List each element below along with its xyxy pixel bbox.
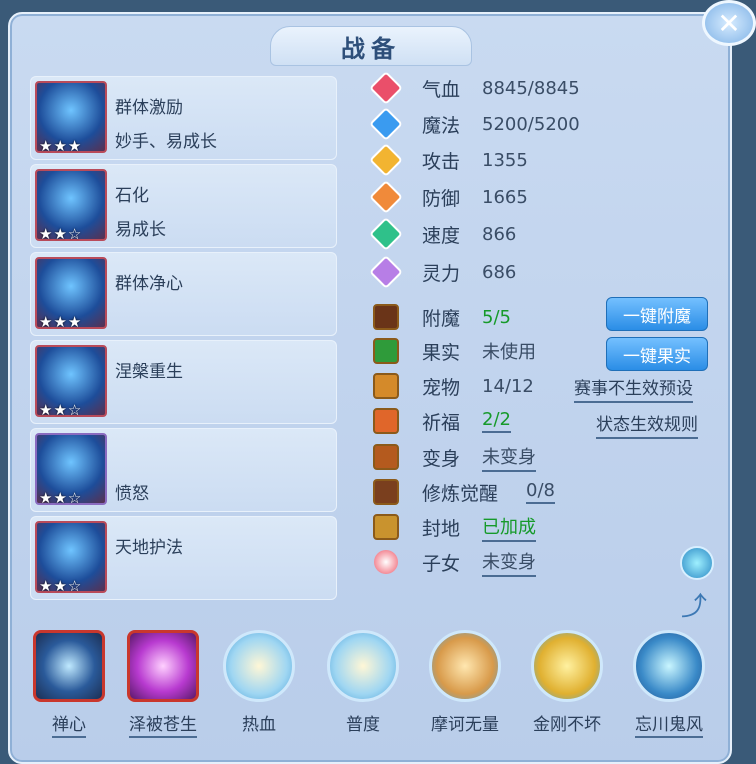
ghost-wind-icon <box>633 630 705 702</box>
extra-row-bless: 祈福 2/2 <box>372 405 511 437</box>
skill-traits: 妙手、易成长 <box>115 132 217 152</box>
hand-gesture-icon <box>327 630 399 702</box>
fruit-icon <box>373 338 399 364</box>
golden-statue-icon <box>531 630 603 702</box>
skill-traits: 愤怒 <box>115 484 149 504</box>
attack-icon <box>369 143 403 177</box>
monk-icon <box>429 630 501 702</box>
skill-stars: ★★☆ <box>39 489 83 507</box>
refresh-button[interactable] <box>680 546 714 580</box>
magic-icon <box>369 107 403 141</box>
cultivation-icon <box>373 479 399 505</box>
pet-rule-link[interactable]: 赛事不生效预设 <box>574 374 693 403</box>
extra-row-fruit: 果实 未使用 <box>372 335 536 367</box>
bottom-skill[interactable]: 金刚不坏 <box>522 630 612 735</box>
bottom-skill[interactable]: 摩诃无量 <box>420 630 510 735</box>
skill-name: 涅槃重生 <box>115 362 183 382</box>
skill-name: 天地护法 <box>115 538 183 558</box>
bless-icon <box>373 408 399 434</box>
one-click-fruit-button[interactable]: 一键果实 <box>606 337 708 371</box>
stat-row-spirit: 灵力 686 <box>369 255 516 289</box>
zen-heart-icon <box>33 630 105 702</box>
stat-row-speed: 速度 866 <box>369 217 516 251</box>
skill-card[interactable]: ★★☆ 石化 易成长 <box>30 164 337 248</box>
stat-row-mp: 魔法 5200/5200 <box>369 107 580 141</box>
heart-icon <box>369 71 403 105</box>
stat-row-hp: 气血 8845/8845 <box>369 71 580 105</box>
close-icon: ✕ <box>717 6 741 40</box>
extra-row-cultivation: 修炼觉醒 0/8 <box>372 476 555 508</box>
close-button[interactable]: ✕ <box>702 0 756 46</box>
children-icon <box>374 550 398 574</box>
fief-icon <box>373 514 399 540</box>
skill-stars: ★★☆ <box>39 401 83 419</box>
bottom-skill[interactable]: 普度 <box>318 630 408 735</box>
skill-name: 群体激励 <box>115 98 183 118</box>
skill-card[interactable]: ★★☆ 愤怒 <box>30 428 337 512</box>
bless-rule-link[interactable]: 状态生效规则 <box>596 410 698 439</box>
spirit-icon <box>369 255 403 289</box>
enchant-icon <box>373 304 399 330</box>
skill-stars: ★★☆ <box>39 577 83 595</box>
skill-name: 石化 <box>115 186 149 206</box>
shield-icon <box>369 180 403 214</box>
skill-stars: ★★★ <box>39 137 83 155</box>
bottom-skill[interactable]: 禅心 <box>24 630 114 738</box>
skill-card[interactable]: ★★☆ 天地护法 <box>30 516 337 600</box>
speed-icon <box>369 217 403 251</box>
transform-icon <box>373 444 399 470</box>
extra-row-children: 子女 未变身 <box>372 546 536 578</box>
skill-stars: ★★☆ <box>39 225 83 243</box>
one-click-enchant-button[interactable]: 一键附魔 <box>606 297 708 331</box>
share-icon: ⤴ <box>680 592 707 622</box>
panel-title: 战备 <box>270 26 472 66</box>
skill-card[interactable]: ★★☆ 涅槃重生 <box>30 340 337 424</box>
extra-row-pet: 宠物 14/12 <box>372 370 534 402</box>
skill-name: 群体净心 <box>115 274 183 294</box>
skill-card[interactable]: ★★★ 群体净心 <box>30 252 337 336</box>
blessing-hand-icon <box>127 630 199 702</box>
pet-icon <box>373 373 399 399</box>
extra-row-enchant: 附魔 5/5 <box>372 301 511 333</box>
skill-traits: 易成长 <box>115 220 166 240</box>
stat-row-attack: 攻击 1355 <box>369 143 528 177</box>
stat-row-defense: 防御 1665 <box>369 180 528 214</box>
warrior-icon <box>223 630 295 702</box>
skill-card[interactable]: ★★★ 群体激励 妙手、易成长 <box>30 76 337 160</box>
extra-row-transform: 变身 未变身 <box>372 441 536 473</box>
skill-stars: ★★★ <box>39 313 83 331</box>
bottom-skill[interactable]: 泽被苍生 <box>118 630 208 738</box>
bottom-skill[interactable]: 忘川鬼风 <box>624 630 714 738</box>
share-button[interactable]: ⤴ <box>676 586 712 622</box>
extra-row-fief: 封地 已加成 <box>372 511 536 543</box>
bottom-skill[interactable]: 热血 <box>214 630 304 735</box>
